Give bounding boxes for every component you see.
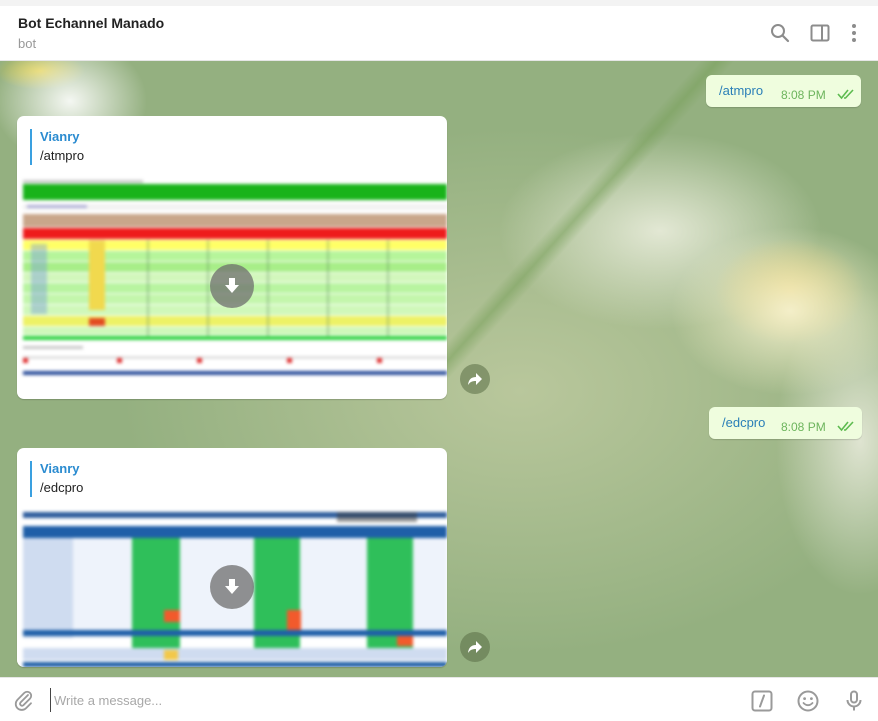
paperclip-icon[interactable]	[12, 689, 34, 711]
bot-commands-icon[interactable]	[750, 689, 774, 713]
message-composer	[0, 677, 878, 721]
reply-quote-text: /atmpro	[40, 148, 85, 163]
reply-quote-author[interactable]: Vianry	[40, 461, 80, 476]
window-top-strip	[0, 0, 878, 6]
chat-title[interactable]: Bot Echannel Manado	[18, 15, 164, 31]
search-icon[interactable]	[769, 22, 791, 44]
forward-button[interactable]	[460, 632, 490, 662]
download-button[interactable]	[210, 264, 254, 308]
reply-quote-text: /edcpro	[40, 480, 84, 495]
forward-arrow-icon	[468, 373, 482, 385]
chat-header: Bot Echannel Manado bot	[0, 0, 878, 61]
more-options-icon[interactable]	[845, 22, 863, 44]
incoming-message[interactable]: Vianry /atmpro	[17, 116, 447, 399]
forward-button[interactable]	[460, 364, 490, 394]
message-input[interactable]	[50, 688, 730, 712]
chat-messages-area[interactable]: /atmpro 8:08 PM Vianry /atmpro /edcpro 8…	[0, 61, 878, 677]
reply-quote-bar	[30, 129, 32, 165]
background-wallpaper-stem	[430, 61, 798, 379]
outgoing-message[interactable]: /edcpro 8:08 PM	[709, 407, 862, 439]
forward-arrow-icon	[468, 641, 482, 653]
arrow-down-icon	[225, 278, 239, 293]
chat-status: bot	[18, 36, 37, 51]
message-command-link[interactable]: /edcpro	[722, 415, 765, 430]
sidebar-toggle-icon[interactable]	[809, 22, 831, 44]
double-check-icon	[837, 421, 854, 432]
message-command-link[interactable]: /atmpro	[719, 83, 763, 98]
download-button[interactable]	[210, 565, 254, 609]
arrow-down-icon	[225, 579, 239, 594]
message-time: 8:08 PM	[781, 88, 826, 102]
reply-quote-bar	[30, 461, 32, 497]
incoming-message[interactable]: Vianry /edcpro	[17, 448, 447, 667]
emoji-icon[interactable]	[796, 689, 820, 713]
reply-quote-author[interactable]: Vianry	[40, 129, 80, 144]
message-time: 8:08 PM	[781, 420, 826, 434]
microphone-icon[interactable]	[842, 689, 866, 713]
double-check-icon	[837, 89, 854, 100]
outgoing-message[interactable]: /atmpro 8:08 PM	[706, 75, 861, 107]
